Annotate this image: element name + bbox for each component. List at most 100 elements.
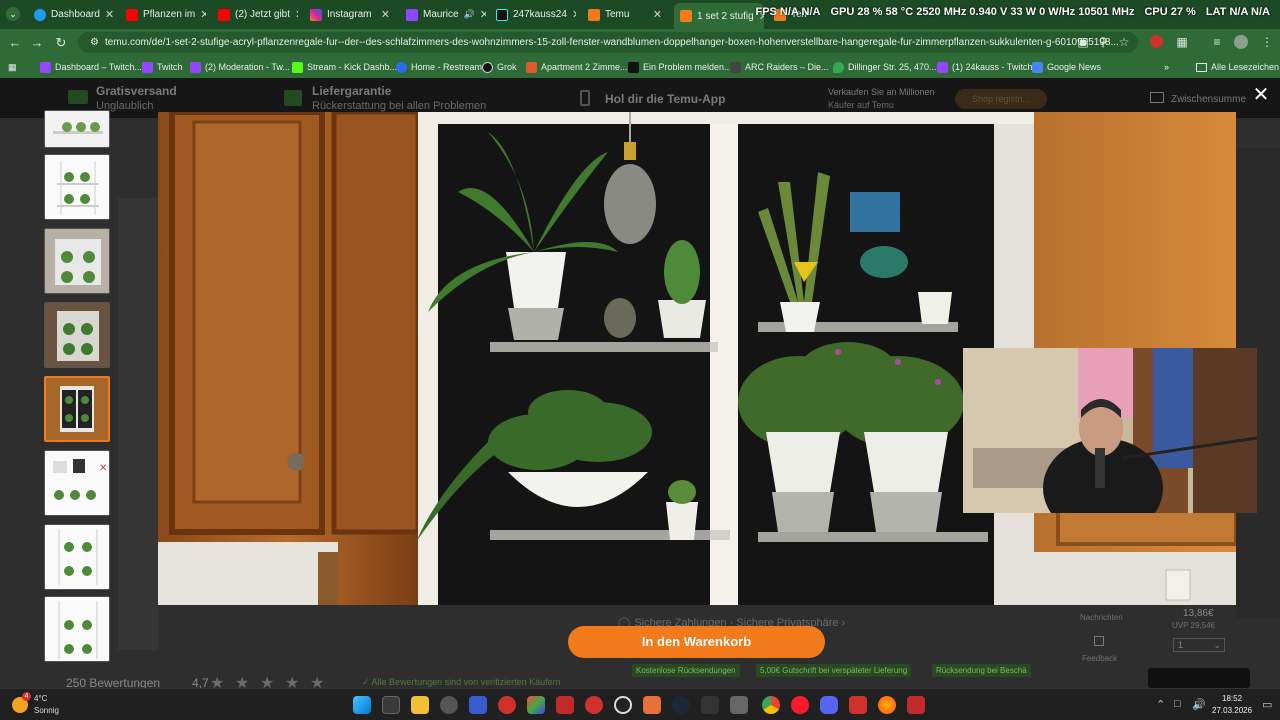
extension-abp-icon[interactable] — [1150, 35, 1163, 48]
tiktok-icon — [628, 61, 639, 73]
chrome-icon[interactable] — [762, 696, 780, 714]
product-thumbnail-selected[interactable] — [44, 376, 110, 442]
bookmark-item[interactable]: Grok — [482, 59, 517, 75]
bookmark-item[interactable]: Twitch — [142, 59, 183, 75]
product-thumbnail[interactable] — [44, 228, 110, 294]
bookmark-star-icon[interactable]: ☆ — [1117, 35, 1131, 49]
back-icon[interactable]: ← — [6, 34, 24, 52]
feedback-link[interactable]: Feedback — [1082, 654, 1117, 663]
app-red-bird-icon[interactable] — [849, 696, 867, 714]
all-bookmarks-button[interactable]: Alle Lesezeichen — [1196, 59, 1279, 75]
app-orange-icon[interactable] — [643, 696, 661, 714]
product-thumbnail[interactable] — [44, 110, 110, 148]
bookmark-item[interactable]: Ein Problem melden... — [628, 59, 732, 75]
tab-temu[interactable]: Temu ✕ — [582, 4, 668, 25]
app-record-icon[interactable] — [556, 696, 574, 714]
bookmark-item[interactable]: Google News — [1032, 59, 1101, 75]
zoom-icon[interactable]: ⚲ — [1096, 35, 1110, 49]
bookmark-item[interactable]: (1) 24kauss - Twitch — [937, 59, 1032, 75]
bookmark-item[interactable]: Apartment 2 Zimme... — [526, 59, 628, 75]
install-app-icon[interactable]: ▣ — [1076, 35, 1090, 49]
close-tab-icon[interactable]: ✕ — [105, 8, 114, 21]
thumbnail-image — [58, 529, 98, 585]
close-tab-icon[interactable]: ✕ — [480, 8, 486, 21]
bookmark-item[interactable]: Stream - Kick Dashb... — [292, 59, 397, 75]
app-record-2-icon[interactable] — [907, 696, 925, 714]
close-tab-icon[interactable]: ✕ — [381, 8, 390, 21]
product-thumbnail[interactable] — [44, 154, 110, 220]
forward-icon[interactable]: → — [28, 34, 46, 52]
close-tab-icon[interactable]: ✕ — [572, 8, 576, 21]
tab-search-icon[interactable]: ⌄ — [6, 7, 20, 21]
bookmark-item[interactable]: Dillinger Str. 25, 470... — [833, 59, 937, 75]
extensions-icon[interactable]: ▦ — [1175, 35, 1189, 49]
app-red-circle-icon[interactable] — [585, 696, 603, 714]
start-icon[interactable] — [353, 696, 371, 714]
tab-jetzt[interactable]: (2) Jetzt gibt ✕ — [212, 4, 298, 25]
opera-icon[interactable] — [791, 696, 809, 714]
file-explorer-icon[interactable] — [411, 696, 429, 714]
close-tab-icon[interactable]: ✕ — [653, 8, 662, 21]
product-thumbnail[interactable]: ✕ — [44, 450, 110, 516]
product-thumbnail[interactable] — [44, 302, 110, 368]
instagram-icon — [310, 8, 322, 21]
bookmark-item[interactable]: ARC Raiders – Die... — [730, 59, 829, 75]
thumbnail-image: ✕ — [53, 459, 107, 500]
bookmark-item[interactable]: (2) Moderation - Tw... — [190, 59, 290, 75]
app-gear-icon[interactable] — [730, 696, 748, 714]
clock-time[interactable]: 18:52 — [1222, 694, 1242, 703]
audio-icon[interactable]: 🔊 — [464, 9, 475, 20]
tab-active-product[interactable]: 1 set 2 stufig ✕ — [674, 3, 764, 29]
menu-icon[interactable]: ⋮ — [1260, 35, 1274, 49]
sell-title: Verkaufen Sie an Millionen — [828, 87, 935, 97]
app-promo[interactable]: Hol dir die Temu-App — [605, 92, 725, 106]
calculator-icon[interactable] — [382, 696, 400, 714]
profile-avatar[interactable] — [1234, 35, 1248, 49]
bookmarks-overflow-icon[interactable]: » — [1164, 59, 1169, 75]
discord-icon[interactable] — [820, 696, 838, 714]
close-tab-icon[interactable]: ✕ — [200, 8, 206, 21]
tab-instagram[interactable]: Instagram ✕ — [304, 4, 396, 25]
bookmark-item[interactable]: Dashboard – Twitch... — [40, 59, 142, 75]
app-dark-icon[interactable] — [701, 696, 719, 714]
volume-icon[interactable]: 🔊 — [1192, 698, 1206, 711]
cart-icon[interactable] — [1150, 92, 1164, 103]
quantity-select[interactable]: 1 ⌄ — [1173, 638, 1225, 652]
add-to-cart-button[interactable]: In den Warenkorb — [568, 626, 825, 658]
tab-pflanzen[interactable]: Pflanzen im ✕ — [120, 4, 206, 25]
site-info-icon[interactable]: ⚙ — [90, 37, 99, 48]
address-bar[interactable]: ⚙ temu.com/de/1-set-2-stufige-acryl-pflan… — [78, 32, 1138, 53]
register-shop-button[interactable]: Shop registri... — [955, 89, 1047, 109]
tab-maurice[interactable]: Maurice 🔊 ✕ — [400, 4, 486, 25]
youtube-icon — [126, 8, 138, 21]
tab-kauss[interactable]: 247kauss24 ✕ — [490, 4, 576, 25]
tab-label: Temu — [605, 9, 630, 20]
reload-icon[interactable]: ↻ — [52, 34, 70, 52]
vegas-icon[interactable] — [469, 696, 487, 714]
tray-overflow-icon[interactable]: ⌃ — [1156, 698, 1165, 711]
product-thumbnail[interactable] — [44, 596, 110, 662]
firefox-icon[interactable] — [878, 696, 896, 714]
close-tab-icon[interactable]: ✕ — [295, 8, 298, 21]
clock-date[interactable]: 27.03.2026 — [1212, 706, 1252, 715]
tab-dashboard[interactable]: Dashboard ✕ — [28, 4, 114, 25]
network-icon[interactable]: □ — [1174, 698, 1181, 710]
reviews-count[interactable]: 250 Bewertungen — [66, 676, 160, 688]
app-multicolor-icon[interactable] — [527, 696, 545, 714]
chat-thumbnail[interactable] — [1148, 668, 1250, 688]
feedback-icon[interactable] — [1094, 636, 1104, 646]
apps-grid-icon[interactable]: ▦ — [8, 59, 17, 75]
obs-icon[interactable] — [614, 696, 632, 714]
bookmark-item[interactable]: Home - Restream — [396, 59, 482, 75]
original-price: UVP 29,54€ — [1172, 621, 1215, 630]
mouse-app-icon[interactable] — [440, 696, 458, 714]
media-controls-icon[interactable]: ≡ — [1210, 35, 1224, 49]
notifications-icon[interactable]: ▭ — [1262, 698, 1272, 711]
twitch-icon — [40, 61, 51, 73]
messages-link[interactable]: Nachrichten — [1080, 613, 1123, 622]
steam-icon[interactable] — [672, 696, 690, 714]
close-viewer-icon[interactable]: ✕ — [1252, 85, 1270, 105]
app-red-icon[interactable] — [498, 696, 516, 714]
notification-badge: 4 — [22, 692, 31, 701]
product-thumbnail[interactable] — [44, 524, 110, 590]
